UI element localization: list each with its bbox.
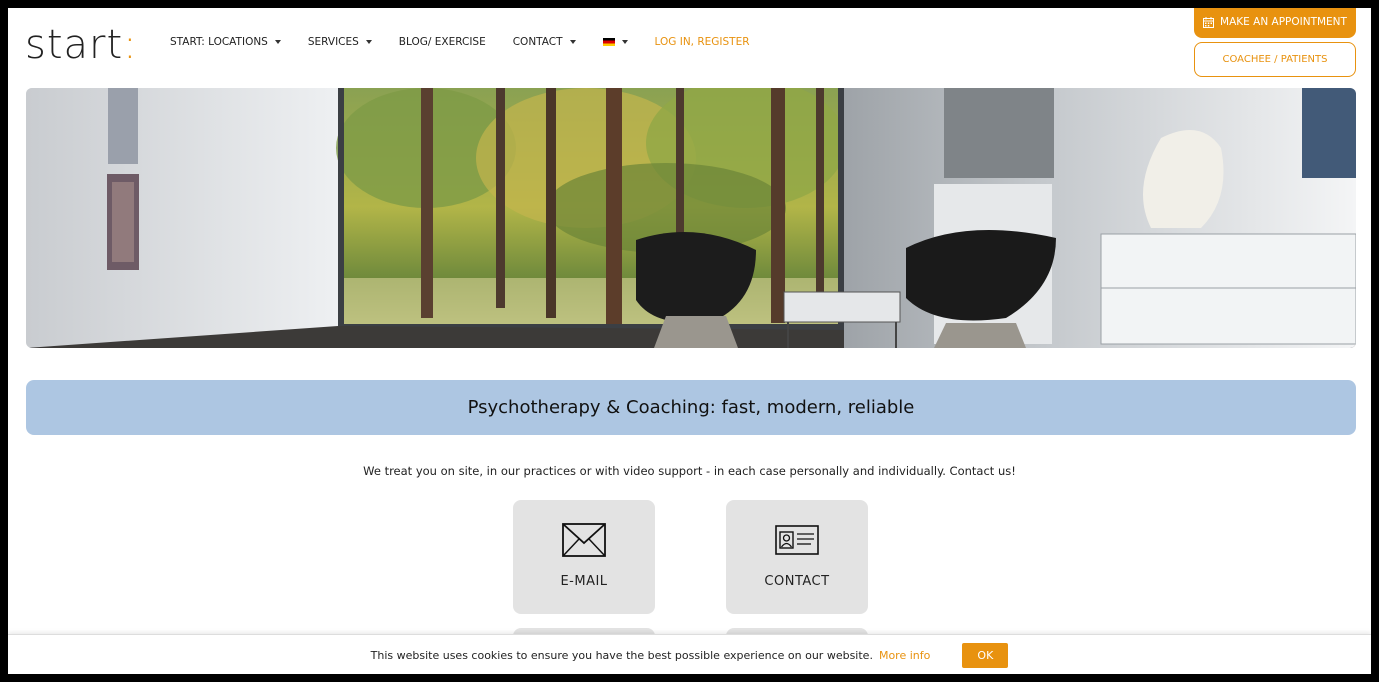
chevron-down-icon	[274, 40, 281, 44]
login-register-link[interactable]: LOG IN, REGISTER	[655, 36, 750, 48]
logo-text: start	[25, 22, 124, 68]
email-tile-label: E-MAIL	[560, 574, 608, 589]
cookie-more-info-link[interactable]: More info	[879, 649, 930, 662]
chevron-down-icon	[621, 40, 628, 44]
nav-locations[interactable]: START: LOCATIONS	[170, 36, 281, 48]
contact-tile-label: CONTACT	[764, 574, 830, 589]
page: start: START: LOCATIONS SERVICES BLOG/ E…	[8, 8, 1371, 674]
nav-locations-label: START: LOCATIONS	[170, 36, 268, 48]
hero-image	[26, 88, 1356, 348]
nav-services-label: SERVICES	[307, 36, 359, 48]
main-nav: START: LOCATIONS SERVICES BLOG/ EXERCISE…	[170, 36, 777, 48]
intro-text: We treat you on site, in our practices o…	[363, 464, 1016, 478]
chevron-down-icon	[365, 40, 372, 44]
cookie-ok-button[interactable]: OK	[962, 642, 1009, 668]
logo[interactable]: start:	[25, 22, 138, 68]
nav-contact[interactable]: CONTACT	[513, 36, 576, 48]
contact-tile[interactable]: CONTACT	[726, 500, 868, 614]
make-appointment-button[interactable]: MAKE AN APPOINTMENT	[1194, 8, 1356, 38]
banner-title: Psychotherapy & Coaching: fast, modern, …	[26, 380, 1356, 435]
cookie-bar: This website uses cookies to ensure you …	[8, 634, 1371, 674]
make-appointment-label: MAKE AN APPOINTMENT	[1220, 16, 1347, 28]
email-tile[interactable]: E-MAIL	[513, 500, 655, 614]
german-flag-icon	[602, 38, 615, 46]
cookie-text: This website uses cookies to ensure you …	[370, 648, 873, 662]
logo-colon: :	[123, 22, 138, 68]
envelope-icon	[562, 522, 606, 558]
nav-contact-label: CONTACT	[512, 36, 563, 48]
nav-services[interactable]: SERVICES	[308, 36, 372, 48]
nav-blog[interactable]: BLOG/ EXERCISE	[399, 36, 486, 48]
language-switcher[interactable]	[602, 38, 628, 46]
coachee-patients-button[interactable]: COACHEE / PATIENTS	[1194, 42, 1356, 77]
calendar-icon	[1203, 16, 1215, 28]
id-card-icon	[775, 522, 819, 558]
chevron-down-icon	[569, 40, 576, 44]
nav-blog-label: BLOG/ EXERCISE	[398, 36, 486, 48]
